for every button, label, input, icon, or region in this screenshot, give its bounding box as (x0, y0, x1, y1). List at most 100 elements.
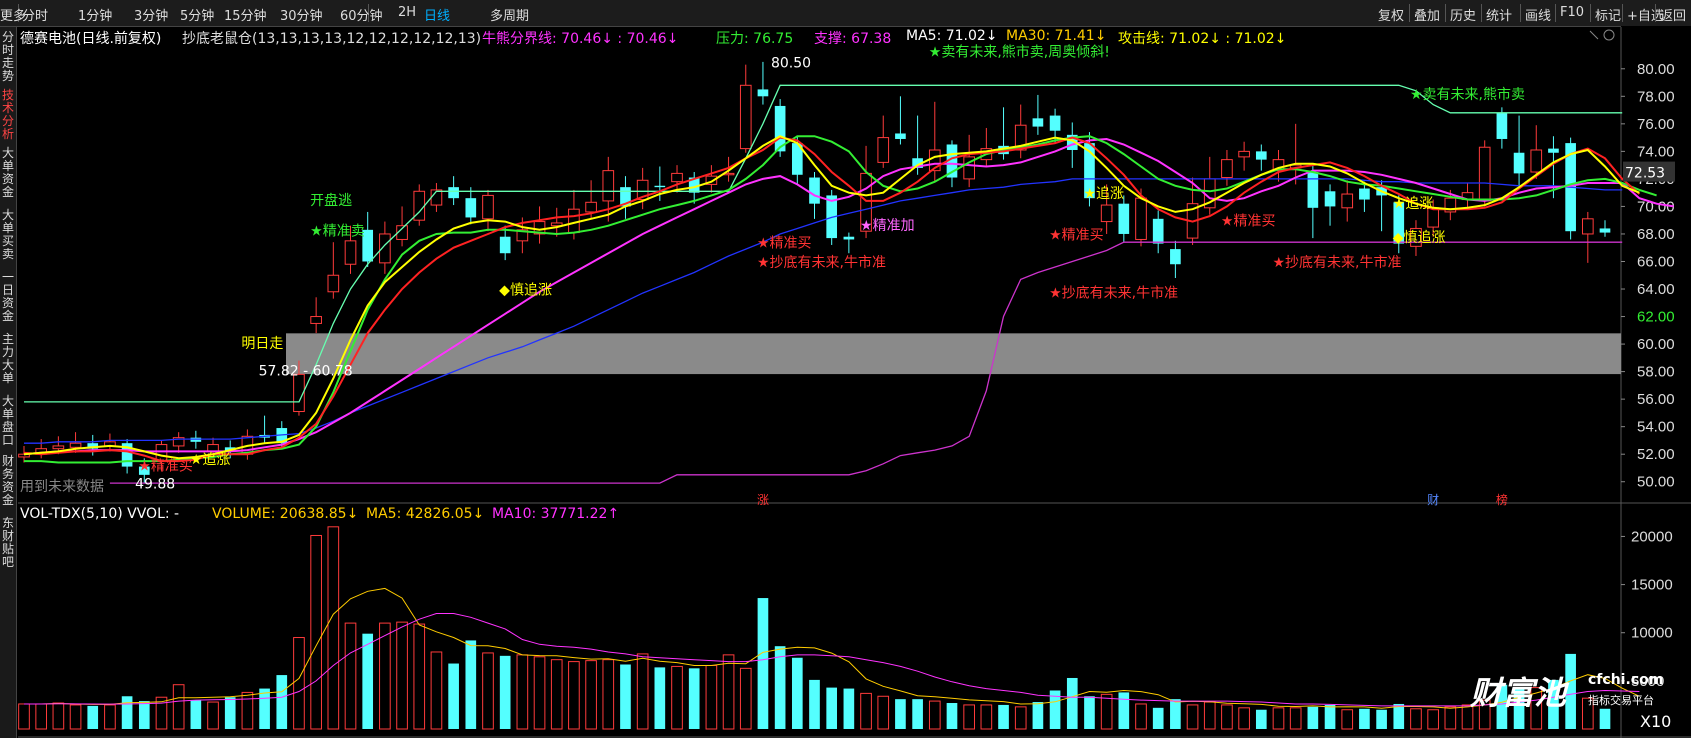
candle-body (757, 89, 769, 97)
candle-body (1049, 115, 1061, 131)
price-tick-label-66: 66.00 (1637, 253, 1675, 270)
volume-bar (636, 653, 649, 730)
volume-bar (413, 623, 426, 730)
volume-bar (585, 660, 597, 730)
volume-bar (774, 646, 786, 729)
candle-body (1100, 204, 1113, 223)
kline-chart[interactable]: 50.00 52.00 54.00 56.00 58.00 60.00 62.00 64.00… (0, 0, 1691, 738)
volume-bar (1359, 708, 1370, 729)
candle-body (1599, 228, 1611, 233)
volume-bar (1341, 709, 1354, 730)
volume-bar (1152, 707, 1164, 729)
volume-bar (826, 687, 838, 729)
price-tick-label-54: 54.00 (1637, 419, 1675, 436)
annotation-2: 72.53 (1625, 166, 1665, 182)
candle-body (654, 185, 666, 188)
volume-bar (465, 640, 477, 729)
volume-bar (620, 664, 631, 729)
candle-body (344, 240, 357, 265)
candle-body (1496, 112, 1508, 139)
volume-bar (1221, 704, 1233, 730)
annotation-22: 用到未来数据 (20, 479, 104, 495)
volume-bar (1272, 707, 1285, 730)
settings-icon (1603, 29, 1615, 41)
volume-bar (1032, 702, 1044, 729)
annotation-17: ★精准买 (1221, 214, 1276, 230)
candle-body (1032, 118, 1044, 127)
volume-bar (448, 663, 459, 729)
volume-bar (482, 652, 494, 730)
candle-body (1513, 152, 1525, 174)
volume-bar (671, 665, 683, 730)
volume-bar (310, 534, 322, 730)
annotation-11: ★抄底有未来,牛市准 (757, 254, 886, 271)
volume-bar (1135, 703, 1147, 730)
candle-body (482, 194, 494, 220)
candle-body (568, 208, 580, 234)
candle-body (52, 445, 65, 450)
candle-body (448, 187, 459, 199)
volume-bar (396, 621, 408, 730)
price-tick-label-70: 70.00 (1637, 198, 1675, 215)
candle-body (585, 201, 597, 213)
candle-body (1221, 159, 1233, 179)
volume-bar (1324, 704, 1336, 729)
volume-bar (1444, 706, 1457, 730)
candle-body (1307, 172, 1319, 208)
price-tick-label-74: 74.00 (1637, 143, 1675, 160)
price-tick-label-76: 76.00 (1637, 116, 1675, 133)
volume-bar (998, 704, 1009, 729)
volume-bar (1255, 709, 1267, 729)
volume-bar (344, 622, 357, 730)
volume-bar (104, 704, 116, 730)
annotation-5: ★追涨 (190, 452, 231, 468)
price-tick-label-68: 68.00 (1637, 226, 1675, 243)
candle-body (602, 170, 615, 202)
prediction-band (286, 333, 1621, 375)
volume-bar (1565, 653, 1576, 729)
brand-watermark: 财富池 cfchi.com 指标交易平台 (1470, 668, 1663, 714)
volume-bar (1186, 704, 1199, 730)
expand-icon (1589, 30, 1599, 40)
volume-bar (1100, 693, 1113, 730)
volume-bar (688, 668, 700, 729)
volume-bar (69, 704, 82, 730)
candle-body (739, 84, 752, 150)
candle-body (809, 177, 820, 204)
annotation-12: ★精准加 (860, 218, 915, 234)
price-tick-label-64: 64.00 (1637, 281, 1675, 298)
candle-body (1548, 148, 1559, 153)
volume-bar (138, 701, 150, 729)
volume-bar (791, 657, 803, 729)
annotation-10: ★精准买 (757, 236, 812, 252)
candle-body (465, 198, 477, 218)
candle-body (310, 316, 322, 324)
zoom-label[interactable]: X10 (1640, 712, 1671, 731)
volume-bar (190, 700, 202, 729)
price-tick-label-58: 58.00 (1637, 364, 1675, 381)
candle-body (1341, 193, 1354, 209)
brand-slogan: 指标交易平台 (1588, 694, 1654, 707)
volume-bar (1066, 677, 1078, 729)
volume-bar (550, 659, 563, 730)
volume-bar (207, 701, 219, 730)
volume-bar (293, 637, 305, 730)
annotation-18: ★抄底有未来,牛市准 (1272, 254, 1401, 271)
price-tick-label-56: 56.00 (1637, 391, 1675, 408)
volume-bar (18, 703, 30, 730)
brand-name: 财富池 (1470, 674, 1567, 712)
volume-bar (705, 664, 718, 730)
volume-bar (980, 704, 993, 730)
price-tick-label-60: 60.00 (1637, 336, 1675, 353)
annotation-19: ★追涨 (1393, 196, 1434, 212)
candle-body (327, 274, 340, 293)
volume-bar (1084, 696, 1095, 729)
vol-tick-label-15000: 15000 (1631, 577, 1673, 594)
volume-bar (1376, 709, 1387, 729)
volume-bar (259, 688, 270, 729)
volume-bar (928, 700, 941, 730)
volume-bar (533, 656, 546, 730)
annotation-4: ★精准卖 (310, 223, 365, 239)
volume-bar (172, 684, 185, 730)
candle-body (1152, 218, 1164, 244)
